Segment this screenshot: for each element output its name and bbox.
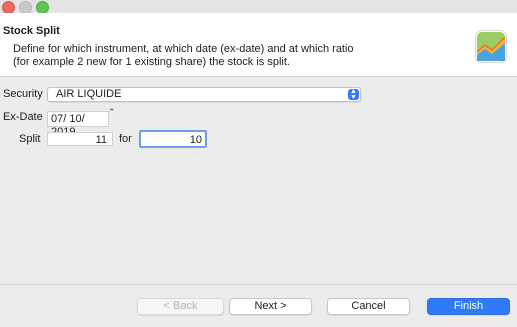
select-stepper-icon: ▲ ▼ [348, 88, 359, 101]
next-button[interactable]: Next > [229, 298, 312, 315]
exdate-field[interactable]: 07/ 10/ 2019 [47, 111, 109, 138]
title-bar [0, 0, 517, 14]
split-label: Split [19, 133, 41, 145]
security-label: Security [3, 88, 43, 100]
wizard-chart-icon [475, 30, 507, 63]
wizard-description: Define for which instrument, at which da… [13, 43, 354, 69]
security-select[interactable]: AIR LIQUIDE ▲ ▼ [47, 87, 361, 102]
split-existing-shares-field[interactable]: 10 [139, 130, 207, 148]
cancel-button[interactable]: Cancel [327, 298, 410, 315]
date-stepper-icon[interactable]: ⌃ [108, 108, 116, 117]
for-label: for [119, 133, 132, 145]
description-line-1: Define for which instrument, at which da… [13, 43, 354, 55]
wizard-header: Stock Split Define for which instrument,… [0, 13, 517, 77]
wizard-title: Stock Split [3, 25, 60, 37]
footer-divider [0, 284, 517, 285]
split-new-shares-field[interactable]: 11 [47, 132, 113, 146]
back-button[interactable]: < Back [137, 298, 224, 315]
finish-button[interactable]: Finish [427, 298, 510, 315]
security-value: AIR LIQUIDE [56, 88, 122, 100]
description-line-2: (for example 2 new for 1 existing share)… [13, 56, 290, 68]
exdate-label: Ex-Date [3, 111, 43, 123]
